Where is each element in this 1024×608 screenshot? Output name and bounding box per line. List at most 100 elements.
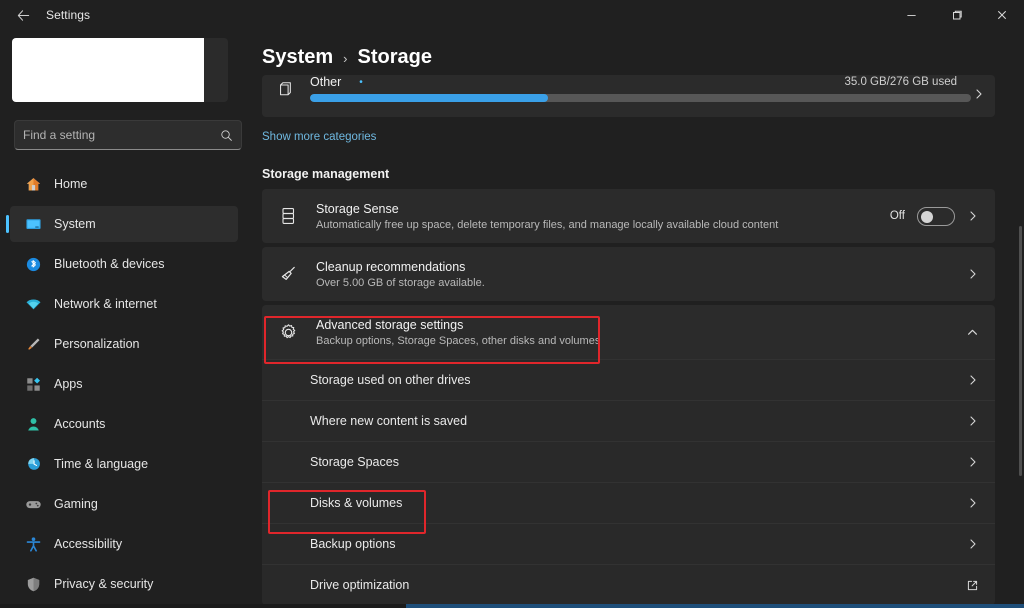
toggle-knob xyxy=(921,211,933,223)
advanced-storage-settings-text: Advanced storage settings Backup options… xyxy=(316,318,600,347)
back-arrow-icon xyxy=(16,8,31,23)
close-icon xyxy=(996,9,1008,21)
chevron-right-icon[interactable] xyxy=(967,497,983,509)
sidebar: Home System xyxy=(0,30,248,608)
storage-sense-toggle[interactable] xyxy=(917,207,955,226)
card-title: Cleanup recommendations xyxy=(316,260,485,274)
card-subtitle: Over 5.00 GB of storage available. xyxy=(316,277,485,289)
other-card-header: Other • 35.0 GB/276 GB used xyxy=(310,75,983,89)
sub-item-drive-optimization[interactable]: Drive optimization xyxy=(262,564,995,605)
show-more-categories-row: Show more categories xyxy=(262,127,1024,145)
sidebar-item-home[interactable]: Home xyxy=(10,166,238,202)
gear-icon xyxy=(274,323,302,342)
sidebar-item-network-internet[interactable]: Network & internet xyxy=(10,286,238,322)
close-button[interactable] xyxy=(979,0,1024,30)
sidebar-item-label: Personalization xyxy=(54,337,139,351)
storage-sense-controls: Off xyxy=(890,207,983,226)
advanced-storage-sub-list: Storage used on other drives Where new c… xyxy=(262,359,995,605)
search-input[interactable] xyxy=(23,128,220,142)
content-scrollbar[interactable] xyxy=(1017,76,1023,596)
window-controls xyxy=(889,0,1024,30)
sidebar-item-system[interactable]: System xyxy=(10,206,238,242)
advanced-storage-settings-header[interactable]: Advanced storage settings Backup options… xyxy=(262,305,995,359)
scrollbar-thumb[interactable] xyxy=(1019,226,1022,476)
sidebar-item-label: Privacy & security xyxy=(54,577,153,591)
sidebar-item-label: System xyxy=(54,217,96,231)
sub-item-storage-used-on-other-drives[interactable]: Storage used on other drives xyxy=(262,359,995,400)
sidebar-item-accounts[interactable]: Accounts xyxy=(10,406,238,442)
cleanup-text: Cleanup recommendations Over 5.00 GB of … xyxy=(316,260,485,289)
apps-icon xyxy=(24,375,42,393)
chevron-right-icon[interactable] xyxy=(967,268,979,280)
sidebar-item-gaming[interactable]: Gaming xyxy=(10,486,238,522)
storage-bar-track xyxy=(310,94,971,102)
sub-item-label: Disks & volumes xyxy=(310,496,402,510)
advanced-storage-settings-expander: Advanced storage settings Backup options… xyxy=(262,305,995,605)
sub-item-backup-options[interactable]: Backup options xyxy=(262,523,995,564)
category-badge-fragment: • xyxy=(359,77,363,88)
sidebar-item-apps[interactable]: Apps xyxy=(10,366,238,402)
sidebar-item-bluetooth-devices[interactable]: Bluetooth & devices xyxy=(10,246,238,282)
card-title: Storage Sense xyxy=(316,202,778,216)
sub-item-where-new-content-is-saved[interactable]: Where new content is saved xyxy=(262,400,995,441)
broom-icon xyxy=(274,264,302,284)
cleanup-controls xyxy=(967,268,983,280)
minimize-icon xyxy=(906,10,917,21)
maximize-button[interactable] xyxy=(934,0,979,30)
minimize-button[interactable] xyxy=(889,0,934,30)
wifi-icon xyxy=(24,295,42,313)
sub-item-label: Storage Spaces xyxy=(310,455,399,469)
external-link-icon[interactable] xyxy=(966,579,983,592)
accessibility-icon xyxy=(24,535,42,553)
storage-sense-text: Storage Sense Automatically free up spac… xyxy=(316,202,778,231)
chevron-right-icon[interactable] xyxy=(967,374,983,386)
sidebar-item-label: Accounts xyxy=(54,417,105,431)
window-title: Settings xyxy=(46,8,90,22)
clock-icon xyxy=(24,455,42,473)
sidebar-item-label: Accessibility xyxy=(54,537,122,551)
chevron-right-icon[interactable] xyxy=(967,538,983,550)
sidebar-item-label: Gaming xyxy=(54,497,98,511)
drive-stack-icon xyxy=(274,206,302,226)
taskbar-edge xyxy=(0,604,1024,608)
back-button[interactable] xyxy=(6,3,40,27)
sub-item-storage-spaces[interactable]: Storage Spaces xyxy=(262,441,995,482)
drive-usage-text: 35.0 GB/276 GB used xyxy=(844,76,983,88)
storage-sense-card[interactable]: Storage Sense Automatically free up spac… xyxy=(262,189,995,243)
chevron-right-icon[interactable] xyxy=(967,456,983,468)
breadcrumb-parent[interactable]: System xyxy=(262,46,333,69)
other-icon-wrap xyxy=(274,75,296,101)
sidebar-item-accessibility[interactable]: Accessibility xyxy=(10,526,238,562)
chevron-right-icon[interactable] xyxy=(967,415,983,427)
user-profile-card[interactable] xyxy=(12,38,228,102)
sidebar-nav: Home System xyxy=(8,166,240,608)
sidebar-item-privacy-security[interactable]: Privacy & security xyxy=(10,566,238,602)
maximize-icon xyxy=(951,9,963,21)
chevron-right-icon[interactable] xyxy=(967,210,979,222)
taskbar-edge-left xyxy=(0,604,406,608)
sidebar-item-time-language[interactable]: Time & language xyxy=(10,446,238,482)
title-bar: Settings xyxy=(0,0,1024,30)
scroll-area: Other • 35.0 GB/276 GB used Show more ca… xyxy=(248,75,1024,605)
shield-icon xyxy=(24,575,42,593)
chevron-right-icon[interactable] xyxy=(973,87,985,105)
sub-item-disks-and-volumes[interactable]: Disks & volumes xyxy=(262,482,995,523)
content-pane: System › Storage Other xyxy=(248,30,1024,608)
monitor-icon xyxy=(24,215,42,233)
sidebar-item-label: Apps xyxy=(54,377,83,391)
chevron-up-icon[interactable] xyxy=(966,326,979,339)
sub-item-label: Backup options xyxy=(310,537,395,551)
search-icon xyxy=(220,129,233,142)
redacted-profile-area xyxy=(12,38,204,102)
cleanup-recommendations-card[interactable]: Cleanup recommendations Over 5.00 GB of … xyxy=(262,247,995,301)
search-settings-box[interactable] xyxy=(14,120,242,150)
expander-controls xyxy=(966,326,983,339)
paintbrush-icon xyxy=(24,335,42,353)
storage-category-other[interactable]: Other • 35.0 GB/276 GB used xyxy=(262,75,995,117)
category-name: Other xyxy=(310,75,341,89)
show-more-categories-link[interactable]: Show more categories xyxy=(262,131,376,143)
storage-management-heading: Storage management xyxy=(262,167,1024,181)
sidebar-item-personalization[interactable]: Personalization xyxy=(10,326,238,362)
sidebar-item-label: Time & language xyxy=(54,457,148,471)
sub-item-label: Drive optimization xyxy=(310,578,409,592)
